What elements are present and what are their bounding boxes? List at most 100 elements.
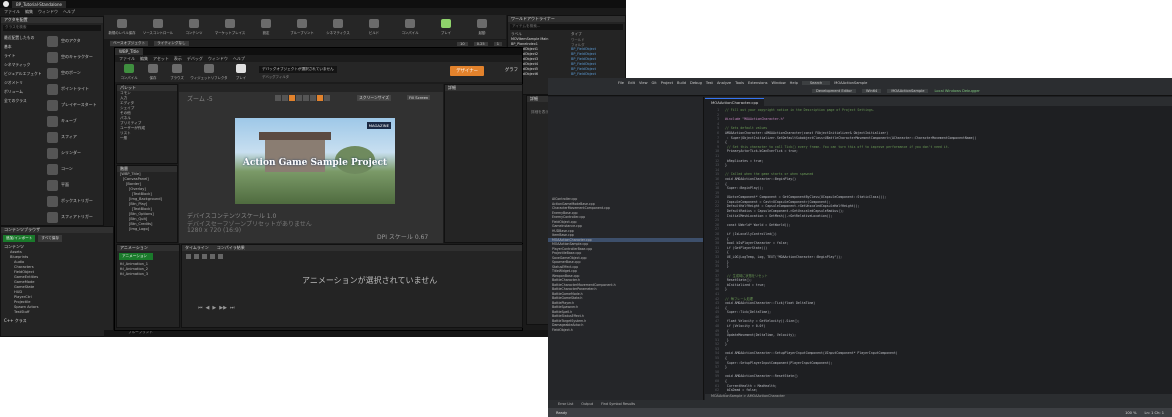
folder-item[interactable]: TestStuff (7, 310, 113, 315)
category-volumes[interactable]: ボリューム (1, 89, 47, 98)
designer-mode-button[interactable]: デザイナー (450, 66, 484, 76)
vs-menu-item[interactable]: Tools (735, 81, 744, 85)
fill-screen-dropdown[interactable]: Fill Screen (407, 95, 431, 100)
unreal-window-tab[interactable]: BP_Tutorial-Standalone (12, 0, 66, 8)
vs-menu-item[interactable]: Project (661, 81, 673, 85)
actor-item[interactable]: 空のキャラクター (47, 49, 103, 65)
tool-button[interactable] (303, 95, 309, 101)
widget-editor-tab[interactable]: WBP_Title (115, 48, 143, 55)
add-animation-button[interactable]: アニメーション (119, 253, 153, 260)
lighting-mode-button[interactable]: ライティングなし (154, 41, 189, 46)
actor-item[interactable]: ポイントライト (47, 81, 103, 97)
editor-tab-active[interactable]: MOAActionCharacter.cpp (705, 97, 765, 106)
grid-snap-value[interactable]: 10 (457, 41, 468, 46)
menu-item[interactable]: アセット (153, 56, 169, 62)
vs-menu-item[interactable]: Window (772, 81, 786, 85)
timeline-tool[interactable] (202, 253, 207, 259)
tab-compiler-results[interactable]: コンパイラ結果 (217, 245, 245, 251)
debug-object-dropdown[interactable]: デバッグオブジェクトが選択されていません (259, 65, 337, 73)
screen-size-dropdown[interactable]: スクリーンサイズ (357, 95, 392, 101)
marketplace-button[interactable]: マーケットプレイス (212, 17, 248, 37)
animation-item[interactable]: ttl_Animation_3 (117, 272, 179, 277)
vs-menu-item[interactable]: File (618, 81, 624, 85)
file-item[interactable]: FieldObject.h (548, 328, 703, 333)
actor-item[interactable]: スフィア (47, 129, 103, 145)
actor-item[interactable]: スフィアトリガー (47, 209, 103, 225)
menu-item[interactable]: ウィンドウ (208, 56, 228, 62)
category-basic[interactable]: 基本 (1, 44, 47, 53)
save-all-button[interactable]: すべて保存 (38, 235, 62, 242)
rotation-snap-value[interactable]: 0.25 (473, 41, 488, 46)
menu-window[interactable]: ウィンドウ (38, 9, 58, 15)
category-lights[interactable]: ライト (1, 53, 47, 62)
actor-item[interactable]: 空のアクタ (47, 33, 103, 49)
actor-item[interactable]: コーン (47, 161, 103, 177)
menu-file[interactable]: ファイル (4, 9, 20, 15)
vs-menu-item[interactable]: Edit (628, 81, 635, 85)
status-zoom[interactable]: 100 % (1125, 411, 1136, 415)
tab-output[interactable]: Output (581, 402, 593, 406)
tab-find-symbol[interactable]: Find Symbol Results (601, 402, 635, 406)
menu-edit[interactable]: 編集 (25, 9, 33, 15)
startup-project-dropdown[interactable]: MOAActionSample (887, 89, 929, 93)
tool-button[interactable] (275, 95, 281, 101)
menu-help[interactable]: ヘルプ (63, 9, 75, 15)
vs-menu-item[interactable]: View (639, 81, 648, 85)
vs-menu-item[interactable]: Git (652, 81, 657, 85)
code-editor[interactable]: 1 // Fill out your copyright notice in th… (705, 106, 1172, 394)
tool-button[interactable] (310, 95, 316, 101)
vs-search-box[interactable]: Search (801, 80, 831, 85)
run-debugger-button[interactable]: Local Windows Debugger (934, 89, 979, 93)
tab-error-list[interactable]: Error List (558, 402, 573, 406)
hierarchy-item[interactable]: [Img_Logo] (117, 227, 177, 232)
outliner-search-input[interactable]: アイテムを検索... (510, 24, 623, 30)
menu-item[interactable]: ファイル (119, 56, 135, 62)
category-cinematic[interactable]: シネマティック (1, 62, 47, 71)
outliner-row[interactable]: BP_FieldObject6 BP_FieldObject (508, 72, 625, 77)
widget-reflector-button[interactable]: ウィジェットリフレクタ (189, 62, 229, 82)
cinematics-button[interactable]: シネマティクス (320, 17, 356, 37)
palette-category[interactable]: 一般 (117, 136, 177, 141)
graph-mode-button[interactable]: グラフ (505, 67, 518, 73)
settings-button[interactable]: 設定 (248, 17, 284, 37)
tab-timeline[interactable]: タイムライン (185, 245, 209, 251)
tool-button[interactable] (289, 95, 295, 101)
build-button[interactable]: ビルド (356, 17, 392, 37)
actor-item[interactable]: 空のポーン (47, 65, 103, 81)
cpp-classes-folder[interactable]: C++ クラス (1, 318, 113, 324)
actor-item[interactable]: シリンダー (47, 145, 103, 161)
tool-button[interactable] (282, 95, 288, 101)
camera-speed-value[interactable]: 1 (493, 41, 502, 46)
step-back-icon[interactable]: ◀ (206, 305, 210, 311)
actor-item[interactable]: キューブ (47, 113, 103, 129)
config-dropdown[interactable]: Development Editor (812, 89, 856, 93)
title-screen-preview[interactable]: Action Game Sample Project MAGAZINE (235, 118, 395, 204)
perspective-button[interactable]: ベースオブジェクト (110, 41, 149, 46)
timeline-tool[interactable] (186, 253, 191, 259)
rewind-icon[interactable]: ⏮ (198, 305, 203, 311)
play-button[interactable]: プレイ (229, 62, 253, 82)
menu-item[interactable]: ヘルプ (233, 56, 245, 62)
compile-button[interactable]: コンパイル (392, 17, 428, 37)
timeline-tool[interactable] (218, 253, 223, 259)
actor-item[interactable]: プレイヤースタート (47, 97, 103, 113)
tool-button[interactable] (317, 95, 323, 101)
save-current-button[interactable]: 新規のレベル保存 (104, 17, 140, 37)
vs-menu-item[interactable]: Help (790, 81, 798, 85)
menu-item[interactable]: 編集 (140, 56, 148, 62)
launch-button[interactable]: 起動 (464, 17, 500, 37)
status-blueprint[interactable]: ブループリント (128, 330, 153, 337)
category-visual-effects[interactable]: ビジュアルエフェクト (1, 71, 47, 80)
compile-button[interactable]: コンパイル (117, 62, 141, 82)
tool-button[interactable] (324, 95, 330, 101)
class-search-input[interactable]: クラスを検索 (3, 25, 101, 31)
vs-menu-item[interactable]: Extensions (748, 81, 768, 85)
platform-dropdown[interactable]: Win64 (861, 89, 882, 93)
vs-menu-item[interactable]: Build (677, 81, 686, 85)
content-button[interactable]: コンテンツ (176, 17, 212, 37)
category-all-classes[interactable]: 全てのクラス (1, 98, 47, 107)
blueprints-button[interactable]: ブループリント (284, 17, 320, 37)
vs-menu-item[interactable]: Test (706, 81, 713, 85)
timeline-tool[interactable] (210, 253, 215, 259)
timeline-tool[interactable] (194, 253, 199, 259)
